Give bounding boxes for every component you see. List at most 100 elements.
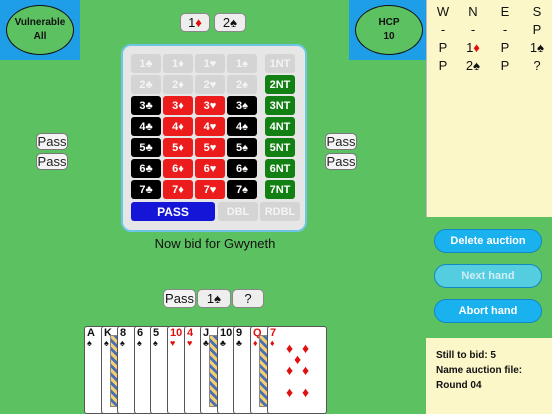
auction-header-e: E xyxy=(500,4,510,19)
auction-cell: P xyxy=(438,58,448,73)
bid-cell-7-hearts[interactable]: 7♥ xyxy=(195,180,225,199)
hcp-label: HCP xyxy=(378,17,400,28)
abort-hand-button[interactable]: Abort hand xyxy=(434,299,542,323)
card-suit-icon: ♠ xyxy=(137,338,142,348)
west-bid-2: Pass xyxy=(36,153,68,170)
north-bid-2-suit: ♠ xyxy=(230,15,238,30)
north-bid-1: 1 ♦ xyxy=(180,13,210,32)
bid-prompt: Now bid for Gwyneth xyxy=(154,236,276,251)
bid-cell-4-spades[interactable]: 4♠ xyxy=(227,117,257,136)
bid-cell-6-notrump[interactable]: 6NT xyxy=(265,159,295,178)
west-bid-1: Pass xyxy=(36,133,68,150)
hcp-badge: HCP 10 xyxy=(355,5,423,55)
card-pip-icon: ♦ xyxy=(286,340,294,356)
north-bid-1-suit: ♦ xyxy=(195,15,202,30)
hcp-panel: HCP 10 xyxy=(349,0,429,60)
card-suit-icon: ♥ xyxy=(170,338,176,348)
auction-file-name: Round 04 xyxy=(436,380,482,391)
pass-button[interactable]: PASS xyxy=(131,202,215,221)
bid-cell-1-diamonds: 1♦ xyxy=(163,54,193,73)
card-pip-icon: ♦ xyxy=(294,351,302,367)
auction-cell: P xyxy=(532,22,542,37)
bid-cell-6-diamonds[interactable]: 6♦ xyxy=(163,159,193,178)
bid-cell-2-clubs: 2♣ xyxy=(131,75,161,94)
auction-header-s: S xyxy=(532,4,542,19)
card-suit-icon: ♣ xyxy=(236,338,242,348)
auction-header-w: W xyxy=(436,4,450,19)
delete-auction-button[interactable]: Delete auction xyxy=(434,229,542,253)
bid-cell-6-spades[interactable]: 6♠ xyxy=(227,159,257,178)
bid-cell-1-clubs: 1♣ xyxy=(131,54,161,73)
south-bid-level: 1 xyxy=(206,291,215,306)
south-bid-current: 1 ♠ xyxy=(197,289,231,308)
auction-cell: P xyxy=(500,58,510,73)
vulnerability-panel: Vulnerable All xyxy=(0,0,80,60)
bid-cell-2-notrump[interactable]: 2NT xyxy=(265,75,295,94)
bid-cell-2-diamonds: 2♦ xyxy=(163,75,193,94)
bid-cell-2-spades: 2♠ xyxy=(227,75,257,94)
double-button: DBL xyxy=(218,202,258,221)
bid-cell-5-diamonds[interactable]: 5♦ xyxy=(163,138,193,157)
bid-cell-7-clubs[interactable]: 7♣ xyxy=(131,180,161,199)
bid-cell-5-hearts[interactable]: 5♥ xyxy=(195,138,225,157)
bid-cell-5-clubs[interactable]: 5♣ xyxy=(131,138,161,157)
card-suit-icon: ♦ xyxy=(270,338,275,348)
bid-cell-6-hearts[interactable]: 6♥ xyxy=(195,159,225,178)
card-suit-icon: ♥ xyxy=(187,338,193,348)
vulnerability-badge: Vulnerable All xyxy=(6,5,74,55)
auction-cell: 1♠ xyxy=(529,40,545,55)
bid-cell-3-clubs[interactable]: 3♣ xyxy=(131,96,161,115)
auction-panel: W N E S - - - P P 1♦ P 1♠ P 2♠ P? xyxy=(426,0,552,217)
card-pip-icon: ♦ xyxy=(286,362,294,378)
auction-cell: 1♦ xyxy=(466,40,480,55)
bid-cell-2-hearts: 2♥ xyxy=(195,75,225,94)
card-pip-icon: ♦ xyxy=(302,340,310,356)
north-bid-2-level: 2 xyxy=(222,15,231,30)
north-bid-2: 2 ♠ xyxy=(214,13,246,32)
auction-cell: P xyxy=(500,40,510,55)
auction-cell: 2♠ xyxy=(465,58,481,73)
south-bid-pass: Pass xyxy=(163,289,196,308)
auction-cell: - xyxy=(440,22,446,37)
bid-cell-3-hearts[interactable]: 3♥ xyxy=(195,96,225,115)
auction-cell: - xyxy=(470,22,476,37)
bid-cell-1-hearts: 1♥ xyxy=(195,54,225,73)
card-pip-icon: ♦ xyxy=(286,384,294,400)
bid-cell-7-diamonds[interactable]: 7♦ xyxy=(163,180,193,199)
east-bid-2: Pass xyxy=(325,153,357,170)
bid-cell-1-spades: 1♠ xyxy=(227,54,257,73)
auction-cell: ? xyxy=(533,58,541,73)
card-suit-icon: ♠ xyxy=(87,338,92,348)
south-bid-unknown: ? xyxy=(232,289,264,308)
bid-cell-3-notrump[interactable]: 3NT xyxy=(265,96,295,115)
playing-card[interactable]: 7 ♦ ♦ ♦ ♦ ♦ ♦ ♦ ♦ xyxy=(267,326,327,414)
card-pip-icon: ♦ xyxy=(302,362,310,378)
auction-file-label: Name auction file: xyxy=(436,365,523,376)
next-hand-button: Next hand xyxy=(434,264,542,288)
card-suit-icon: ♣ xyxy=(220,338,226,348)
bid-cell-6-clubs[interactable]: 6♣ xyxy=(131,159,161,178)
bid-cell-3-diamonds[interactable]: 3♦ xyxy=(163,96,193,115)
bid-cell-4-diamonds[interactable]: 4♦ xyxy=(163,117,193,136)
north-bid-1-level: 1 xyxy=(188,15,196,30)
card-pip-icon: ♦ xyxy=(302,384,310,400)
auction-cell: - xyxy=(502,22,508,37)
info-panel: Still to bid: 5 Name auction file: Round… xyxy=(426,338,552,414)
bid-cell-4-hearts[interactable]: 4♥ xyxy=(195,117,225,136)
bidding-box: PASS DBL RDBL 1♣ 1♦ 1♥ 1♠ 1NT 2♣ 2♦ 2♥ 2♠ 2NT 3♣ 3♦… xyxy=(121,44,307,232)
card-suit-icon: ♦ xyxy=(253,338,258,348)
bid-cell-5-spades[interactable]: 5♠ xyxy=(227,138,257,157)
bid-cell-4-notrump[interactable]: 4NT xyxy=(265,117,295,136)
action-panel: Delete auction Next hand Abort hand xyxy=(426,218,552,336)
bid-cell-1-notrump: 1NT xyxy=(265,54,295,73)
bid-cell-3-spades[interactable]: 3♠ xyxy=(227,96,257,115)
south-bid-suit: ♠ xyxy=(214,291,222,306)
card-suit-icon: ♠ xyxy=(120,338,125,348)
bid-cell-7-spades[interactable]: 7♠ xyxy=(227,180,257,199)
auction-header-n: N xyxy=(468,4,478,19)
bid-cell-7-notrump[interactable]: 7NT xyxy=(265,180,295,199)
hcp-value: 10 xyxy=(383,31,395,42)
bid-cell-4-clubs[interactable]: 4♣ xyxy=(131,117,161,136)
card-suit-icon: ♠ xyxy=(104,338,109,348)
bid-cell-5-notrump[interactable]: 5NT xyxy=(265,138,295,157)
